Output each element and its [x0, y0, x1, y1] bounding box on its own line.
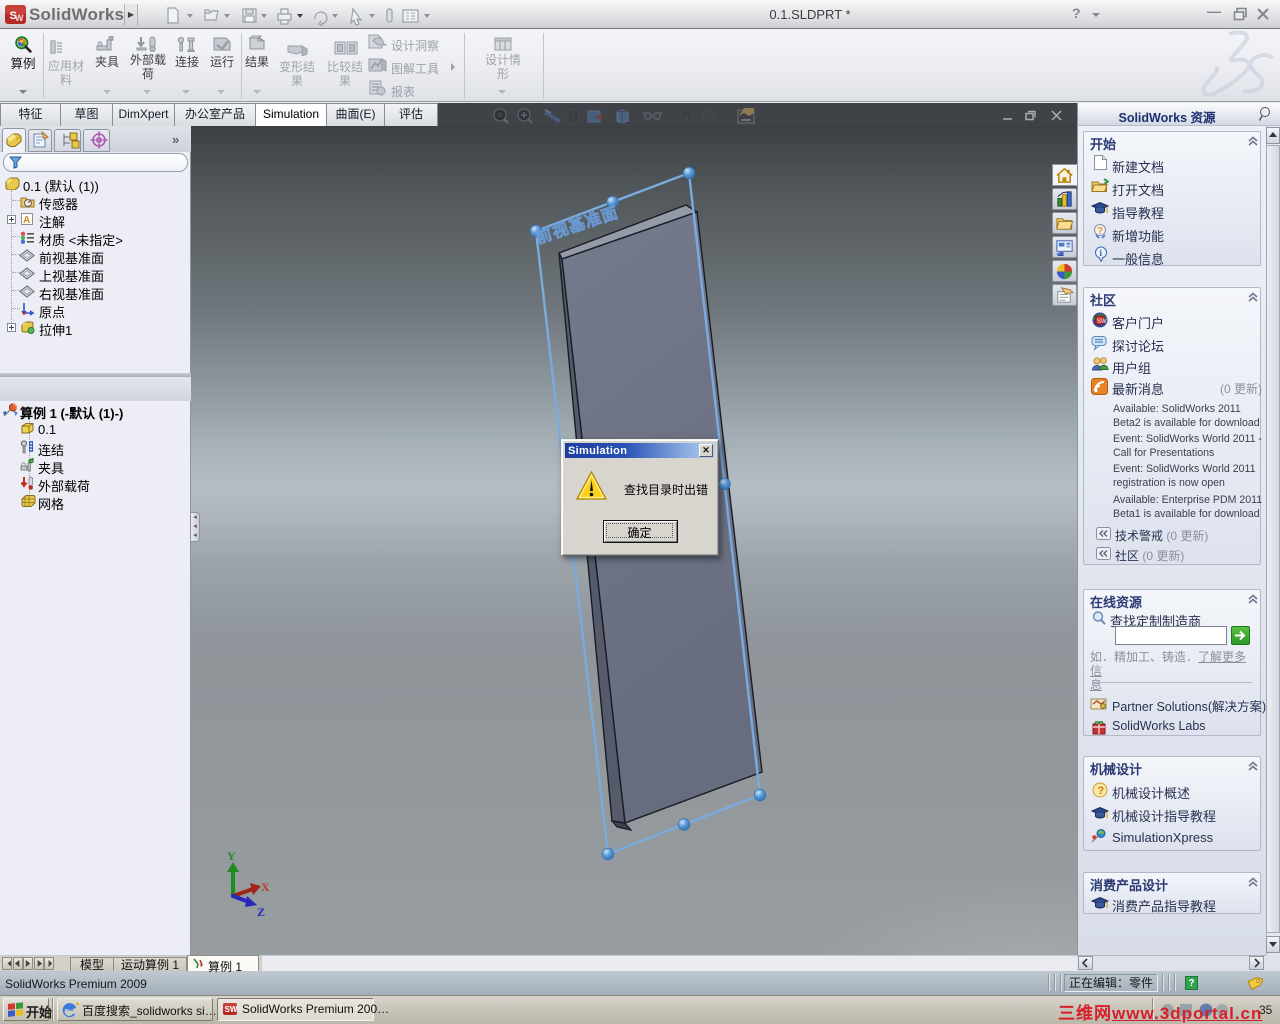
svg-text:?: ?	[1097, 226, 1103, 237]
svg-text:W: W	[15, 13, 24, 23]
svg-text:?: ?	[1098, 785, 1105, 797]
svg-text:SW: SW	[225, 1005, 238, 1014]
svg-text:SW: SW	[1097, 319, 1107, 325]
svg-text:Z: Z	[257, 905, 265, 919]
svg-text:X: X	[261, 880, 270, 894]
svg-text:Y: Y	[227, 849, 236, 863]
svg-text:A: A	[23, 215, 30, 226]
